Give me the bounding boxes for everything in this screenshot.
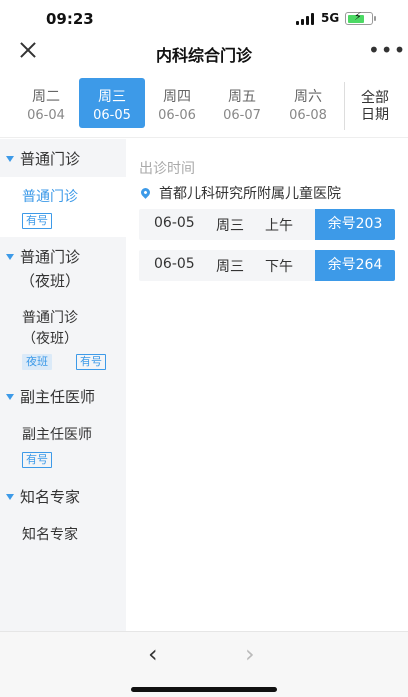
sidebar-item-associate[interactable]: 副主任医师 有号 [0,417,126,479]
sidebar-header: 知名专家 [0,485,126,509]
forward-chevron-icon[interactable]: › [245,640,255,668]
sidebar-item-label: （夜班） [22,331,78,347]
availability-badge: 有号 [22,452,52,468]
slot-period: 上午 [265,218,293,234]
schedule-panel: 出诊时间 首都儿科研究所附属儿童医院 06-05 周三 上午 余号203 06-… [126,139,408,631]
slot-date: 06-05 [154,256,195,272]
bottom-nav-bar: ‹ › [0,631,408,697]
schedule-slot[interactable]: 06-05 周三 下午 余号264 [139,250,395,281]
location-pin-icon [139,186,152,199]
availability-badge: 有号 [76,354,106,370]
remaining-slots-button[interactable]: 余号203 [315,209,395,240]
signal-icon [296,13,316,25]
sidebar-item-label: 知名专家 [22,527,78,543]
home-indicator[interactable] [131,687,277,692]
status-time: 09:23 [46,10,94,28]
sidebar-section-night[interactable]: 普通门诊 （夜班） [0,245,126,293]
slot-date: 06-05 [154,215,195,231]
date-tab-weekday: 周三 [98,89,126,105]
divider [344,82,345,130]
date-selector: 周二 06-04 周三 06-05 周四 06-06 周五 06-07 周六 0… [0,70,408,138]
date-tab[interactable]: 周五 06-07 [209,78,275,128]
night-shift-badge: 夜班 [22,354,52,370]
more-icon[interactable]: ••• [368,38,406,62]
sidebar-section-associate[interactable]: 副主任医师 [0,385,126,409]
sidebar-section-general[interactable]: 普通门诊 [0,147,126,171]
date-tab-date: 06-07 [223,108,261,123]
status-bar: 09:23 5G ⚡ [0,0,408,36]
sidebar-item-expert[interactable]: 知名专家 [0,519,126,555]
date-tab[interactable]: 周六 06-08 [275,78,341,128]
date-tab-date: 06-08 [289,108,327,123]
availability-badge: 有号 [22,213,52,229]
date-tab-date: 06-04 [27,108,65,123]
page-title: 内科综合门诊 [155,46,252,65]
slot-weekday: 周三 [216,259,244,275]
sidebar-header: 普通门诊 （夜班） [0,245,126,293]
date-tab-weekday: 周四 [163,89,191,105]
date-tab-weekday: 周二 [32,89,60,105]
date-tab-active[interactable]: 周三 06-05 [79,78,145,128]
all-dates-line1: 全部 [361,90,389,106]
battery-icon: ⚡ [345,10,376,25]
network-label: 5G [321,11,340,25]
all-dates-button[interactable]: 全部 日期 [350,90,400,124]
section-label: 出诊时间 [139,161,195,177]
sidebar-header-line2: （夜班） [20,272,81,290]
sidebar-item-label: 普通门诊 [22,310,78,326]
nav-bar: 内科综合门诊 ••• [0,34,408,70]
all-dates-line2: 日期 [361,107,389,123]
remaining-slots-button[interactable]: 余号264 [315,250,395,281]
sidebar: 普通门诊 普通门诊 有号 普通门诊 （夜班） 普通门诊 （夜班） 夜班 有号 副… [0,139,126,631]
date-tab-date: 06-05 [93,108,131,123]
sidebar-item-night[interactable]: 普通门诊 （夜班） 夜班 有号 [0,297,126,377]
date-tab[interactable]: 周二 06-04 [13,78,79,128]
sidebar-item-general[interactable]: 普通门诊 有号 [0,177,126,237]
slot-weekday: 周三 [216,218,244,234]
date-tab-date: 06-06 [158,108,196,123]
date-tab-weekday: 周六 [294,89,322,105]
schedule-slot[interactable]: 06-05 周三 上午 余号203 [139,209,395,240]
back-chevron-icon[interactable]: ‹ [148,640,158,668]
sidebar-header: 普通门诊 [0,147,126,171]
sidebar-item-label: 副主任医师 [22,427,92,443]
slot-period: 下午 [265,259,293,275]
date-tab-weekday: 周五 [228,89,256,105]
hospital-name: 首都儿科研究所附属儿童医院 [159,186,341,202]
sidebar-section-expert[interactable]: 知名专家 [0,485,126,509]
date-tab[interactable]: 周四 06-06 [144,78,210,128]
sidebar-header: 副主任医师 [0,385,126,409]
sidebar-header-line1: 普通门诊 [20,248,81,266]
sidebar-item-label: 普通门诊 [22,189,78,205]
